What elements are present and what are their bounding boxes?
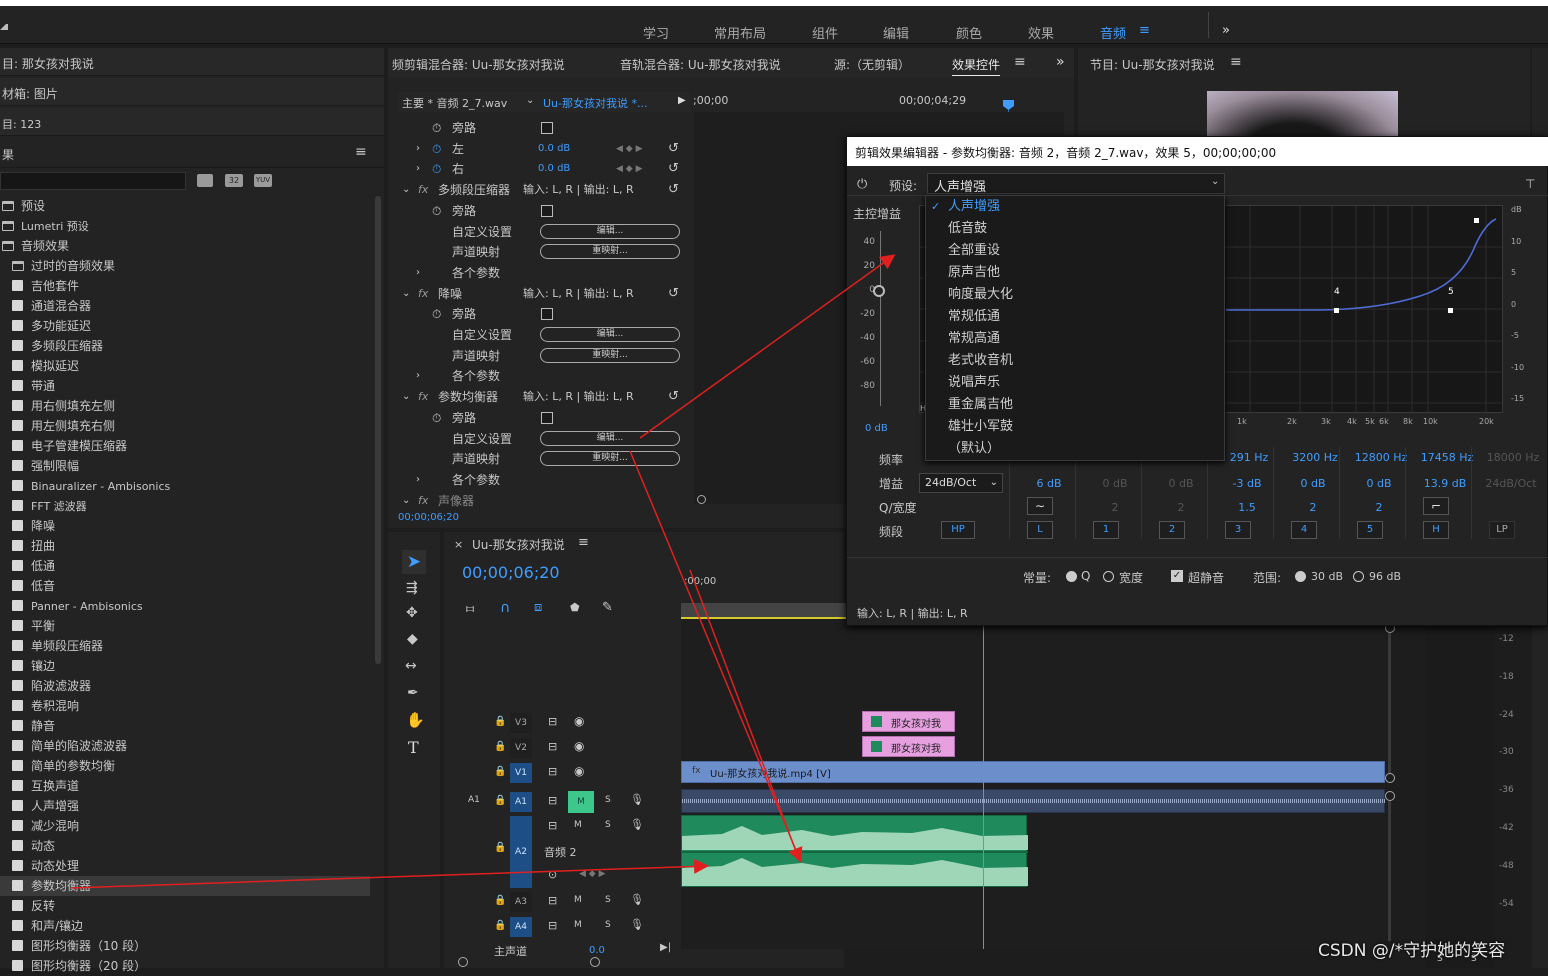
annotation-arrows xyxy=(71,254,896,889)
arrow-edit-to-editor xyxy=(639,254,896,439)
watermark: CSDN @/*守护她的笑容 xyxy=(1318,941,1506,961)
arrow-timeline-line xyxy=(689,569,801,863)
arrow-edit-to-clip xyxy=(629,450,803,863)
arrow-effect-to-clip xyxy=(71,858,709,889)
